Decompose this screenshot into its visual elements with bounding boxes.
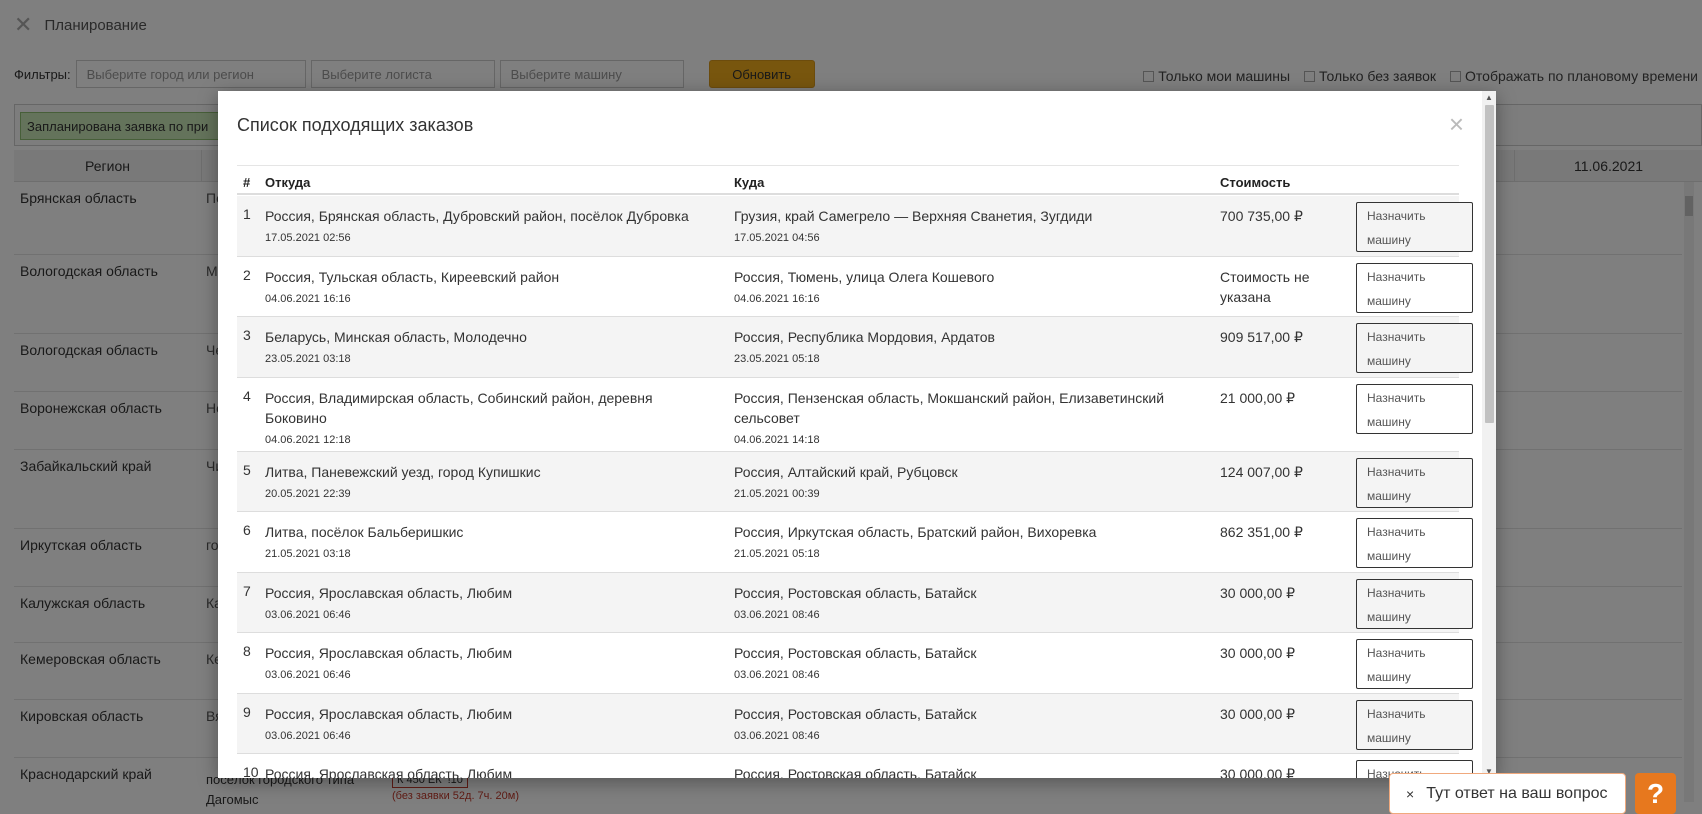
orders-table-body: 1 Россия, Брянская область, Дубровский р… xyxy=(237,196,1473,778)
scroll-up-arrow-icon[interactable]: ▲ xyxy=(1485,93,1493,102)
column-header-num: # xyxy=(243,175,251,190)
modal-title: Список подходящих заказов xyxy=(237,115,474,135)
modal-scrollbar[interactable]: ▲ ▼ xyxy=(1482,91,1496,778)
column-header-from: Откуда xyxy=(265,175,311,190)
table-row: 2 Россия, Тульская область, Киреевский р… xyxy=(237,257,1473,317)
divider xyxy=(237,165,1459,166)
table-row: 10 Россия, Ярославская область, Любим Ро… xyxy=(237,754,1473,778)
assign-car-button[interactable]: Назначить машину xyxy=(1356,518,1473,568)
assign-car-button[interactable]: Назначить машину xyxy=(1356,263,1473,313)
table-row: 5 Литва, Паневежский уезд, город Купишки… xyxy=(237,452,1473,512)
assign-car-button[interactable]: Назначить машину xyxy=(1356,639,1473,689)
question-icon[interactable]: ? xyxy=(1635,773,1676,814)
assign-car-button[interactable]: Назначить машину xyxy=(1356,700,1473,750)
modal-close-icon[interactable]: × xyxy=(1449,111,1464,137)
column-header-to: Куда xyxy=(734,175,765,190)
orders-modal: Список подходящих заказов × # Откуда Куд… xyxy=(218,91,1496,778)
table-row: 9 Россия, Ярославская область, Любим 03.0… xyxy=(237,694,1473,754)
assign-car-button[interactable]: Назначить машину xyxy=(1356,458,1473,508)
help-widget[interactable]: × Тут ответ на ваш вопрос xyxy=(1389,773,1626,814)
table-row: 8 Россия, Ярославская область, Любим 03.0… xyxy=(237,633,1473,694)
orders-table-header: # Откуда Куда Стоимость xyxy=(237,167,1459,195)
table-row: 3 Беларусь, Минская область, Молодечно 23… xyxy=(237,317,1473,378)
table-row: 1 Россия, Брянская область, Дубровский р… xyxy=(237,196,1473,257)
assign-car-button[interactable]: Назначить машину xyxy=(1356,579,1473,629)
table-row: 6 Литва, посёлок Бальберишкис 21.05.2021 … xyxy=(237,512,1473,573)
scrollbar-thumb[interactable] xyxy=(1485,105,1494,423)
assign-car-button[interactable]: Назначить машину xyxy=(1356,384,1473,434)
help-text: Тут ответ на ваш вопрос xyxy=(1426,784,1608,802)
table-row: 4 Россия, Владимирская область, Собински… xyxy=(237,378,1473,452)
column-header-cost: Стоимость xyxy=(1220,175,1291,190)
table-row: 7 Россия, Ярославская область, Любим 03.0… xyxy=(237,573,1473,633)
assign-car-button[interactable]: Назначить машину xyxy=(1356,202,1473,252)
close-icon[interactable]: × xyxy=(1406,786,1414,802)
assign-car-button[interactable]: Назначить машину xyxy=(1356,323,1473,373)
